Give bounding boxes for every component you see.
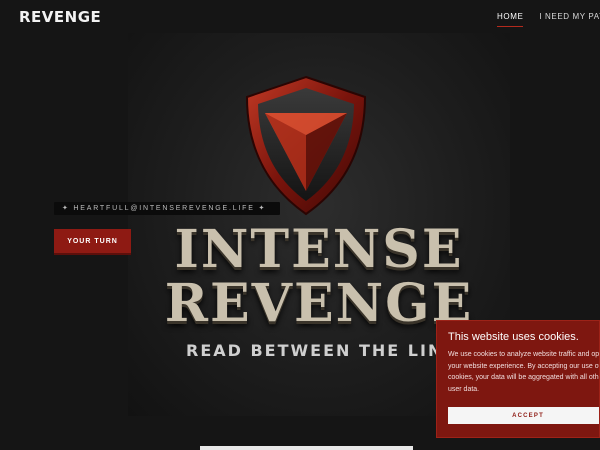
cookie-banner-text: We use cookies to analyze website traffi…	[448, 351, 600, 393]
nav-item-home[interactable]: HOME	[497, 12, 524, 27]
site-logo[interactable]: REVENGE	[19, 8, 101, 26]
hero-title-line-1: INTENSE	[174, 219, 464, 280]
cookie-banner: This website uses cookies. We use cookie…	[436, 320, 600, 438]
main-nav: HOME I NEED MY PAYBACK	[497, 12, 600, 27]
content-strip	[200, 446, 413, 450]
page: REVENGE HOME I NEED MY PAYBACK	[0, 0, 600, 450]
nav-item-payback[interactable]: I NEED MY PAYBACK	[539, 12, 600, 27]
shield-emblem-icon	[241, 73, 371, 218]
email-link[interactable]: ✦ HEARTFULL@INTENSEREVENGE.LIFE ✦	[54, 202, 280, 215]
accept-cookies-button[interactable]: ACCEPT	[448, 407, 599, 424]
your-turn-button[interactable]: YOUR TURN	[54, 229, 131, 255]
cookie-banner-title: This website uses cookies.	[448, 331, 579, 343]
